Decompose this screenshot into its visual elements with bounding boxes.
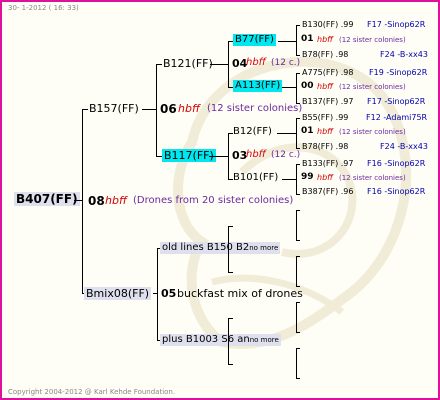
gen4-row[interactable]: A775(FF) .98 <box>302 69 353 77</box>
gen4-note: (12 sister colonies) <box>339 36 406 44</box>
gen4-note: (12 sister colonies) <box>339 83 406 91</box>
gen4-num: 01 <box>301 126 314 136</box>
gen4-code: hbff <box>317 173 333 182</box>
gen4-source: F24 -B-xx43 <box>380 142 428 151</box>
gen4-source: F16 -Sinop62R <box>367 159 426 168</box>
gen4-row[interactable]: B55(FF) .99 <box>302 114 348 122</box>
line-plus-b1003[interactable]: plus B1003 S6 anno more <box>160 334 281 346</box>
gen4-note: (12 sister colonies) <box>339 128 406 136</box>
gen4-row[interactable]: B387(FF) .96 <box>302 188 353 196</box>
gen4-source: F24 -B-xx43 <box>380 50 428 59</box>
mating-code-03: hbff <box>246 149 266 160</box>
pedigree-chart: 30- 1-2012 ( 16: 33) B407(FF) B157(FF) 0… <box>0 0 440 400</box>
dam-bee[interactable]: Bmix08(FF) <box>84 287 152 300</box>
gen4-row[interactable]: B130(FF) .99 <box>302 21 353 29</box>
bee-b77[interactable]: B77(FF) <box>233 34 276 46</box>
gen4-source: F12 -Adami75R <box>366 113 428 122</box>
gen4-row[interactable]: B133(FF) .97 <box>302 160 353 168</box>
copyright: Copyright 2004-2012 @ Karl Kehde Foundat… <box>8 388 176 396</box>
gen4-code: hbff <box>317 82 333 91</box>
gen4-source: F17 -Sinop62R <box>367 20 426 29</box>
drone-origin-num: 08 <box>88 194 105 208</box>
line-old-b150[interactable]: old lines B150 B2no more <box>160 242 281 254</box>
bee-b117[interactable]: B117(FF) <box>162 149 216 162</box>
mating-num-05: 05 <box>161 287 177 300</box>
mating-note-04: (12 c.) <box>271 58 301 68</box>
drone-origin-note: (Drones from 20 sister colonies) <box>133 195 294 206</box>
bee-a113[interactable]: A113(FF) <box>233 80 283 92</box>
gen4-row[interactable]: B78(FF) .98 <box>302 143 348 151</box>
gen4-row[interactable]: B78(FF) .98 <box>302 51 348 59</box>
mating-code-04: hbff <box>246 57 266 68</box>
drone-origin-code: hbff <box>105 194 127 207</box>
mating-text-05: buckfast mix of drones <box>177 287 303 300</box>
mating-code-06: hbff <box>178 102 200 115</box>
mating-num-06: 06 <box>160 102 177 116</box>
sire-bee[interactable]: B157(FF) <box>89 103 139 114</box>
gen4-source: F19 -Sinop62R <box>369 68 428 77</box>
gen4-num: 00 <box>301 81 314 91</box>
gen4-num: 99 <box>301 172 314 182</box>
root-bee[interactable]: B407(FF) <box>14 192 80 206</box>
mating-note-06: (12 sister colonies) <box>207 103 303 114</box>
bee-b121[interactable]: B121(FF) <box>163 58 213 69</box>
bee-b12[interactable]: B12(FF) <box>233 127 272 137</box>
gen4-note: (12 sister colonies) <box>339 174 406 182</box>
gen4-code: hbff <box>317 127 333 136</box>
gen4-source: F16 -Sinop62R <box>367 187 426 196</box>
timestamp: 30- 1-2012 ( 16: 33) <box>8 4 79 12</box>
gen4-source: F17 -Sinop62R <box>367 97 426 106</box>
mating-note-03: (12 c.) <box>271 150 301 160</box>
gen4-row[interactable]: B137(FF) .97 <box>302 98 353 106</box>
gen4-num: 01 <box>301 34 314 44</box>
gen4-code: hbff <box>317 35 333 44</box>
bee-b101[interactable]: B101(FF) <box>233 173 278 183</box>
